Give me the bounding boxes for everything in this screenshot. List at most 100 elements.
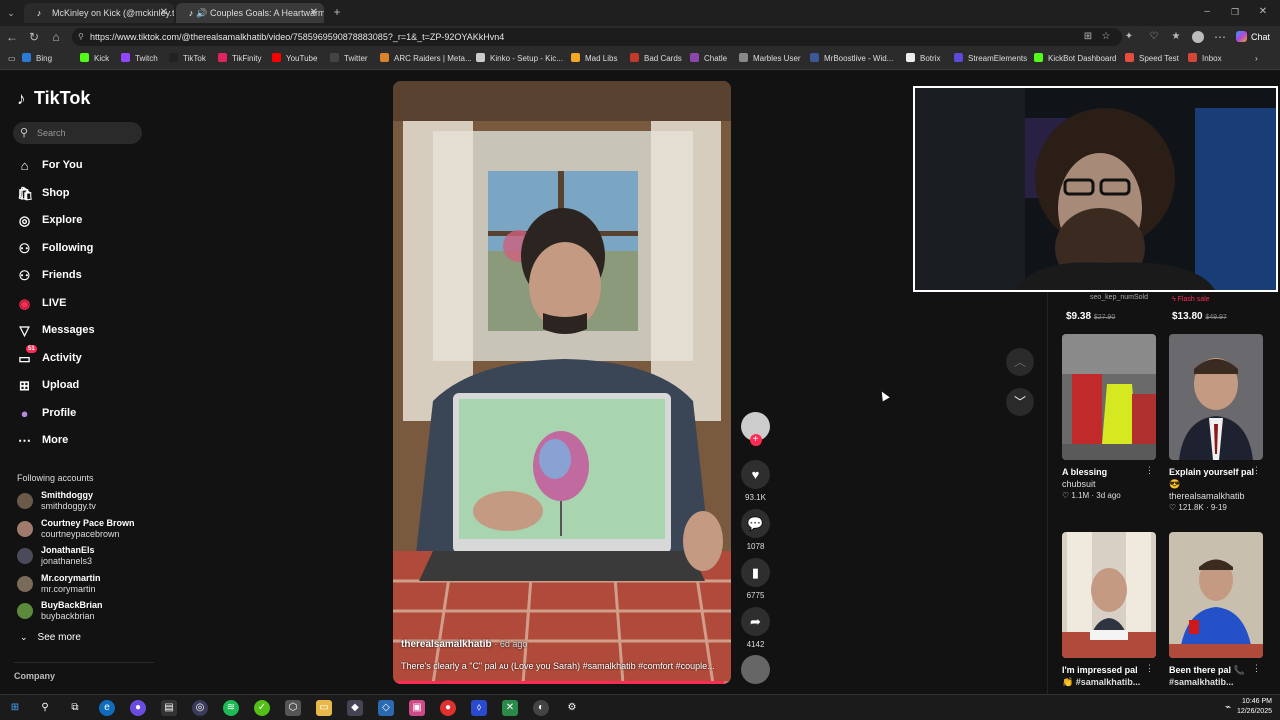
video-thumbnail[interactable] (1062, 532, 1156, 658)
browser-essentials-icon[interactable]: ♡ (1145, 28, 1163, 46)
video-author[interactable]: therealsamalkhatib · 6d ago (401, 639, 527, 650)
app-icon[interactable]: ● (130, 700, 146, 716)
profile-avatar-icon[interactable] (1189, 28, 1207, 46)
bookmark-item[interactable]: Speed Test (1125, 52, 1179, 66)
video-player[interactable]: therealsamalkhatib · 6d ago There's clea… (393, 81, 731, 684)
tab-mckinley[interactable]: ♪ McKinley on Kick (@mckinley.tv) | ✕ (24, 3, 174, 23)
app-icon[interactable]: ⬡ (285, 700, 301, 716)
bookmark-item[interactable]: Bad Cards (630, 52, 682, 66)
video-thumbnail[interactable] (1062, 334, 1156, 460)
app-icon[interactable]: ✓ (254, 700, 270, 716)
next-video-button[interactable]: ﹀ (1006, 388, 1034, 416)
card-hashtags[interactable]: #samalkhatib... (1169, 676, 1263, 688)
card-author[interactable]: therealsamalkhatib (1169, 490, 1263, 502)
video-card[interactable]: I'm impressed pal 👏 #samalkhatib... ⋮ (1062, 532, 1156, 688)
music-disc-button[interactable] (740, 655, 771, 684)
refresh-icon[interactable]: ↻ (25, 28, 43, 46)
video-card[interactable]: Explain yourself pal 😎 therealsamalkhati… (1169, 334, 1263, 514)
tab-list-chevron-icon[interactable]: ⌄ (2, 4, 20, 22)
bookmark-item[interactable]: Botrix (906, 52, 940, 66)
start-menu-icon[interactable]: ⊞ (7, 700, 23, 716)
like-button[interactable]: ♥ 93.1K (740, 460, 771, 502)
bookmark-item[interactable]: TikFinity (218, 52, 261, 66)
bookmark-item[interactable]: Kick (80, 52, 109, 66)
video-thumbnail[interactable] (1169, 334, 1263, 460)
browser-menu-icon[interactable]: ⋯ (1211, 28, 1229, 46)
bookmark-item[interactable]: KickBot Dashboard (1034, 52, 1116, 66)
bookmark-item[interactable]: MrBoostlive - Wid... (810, 52, 893, 66)
product-price[interactable]: $13.80 $49.97 (1172, 311, 1227, 322)
following-account-item[interactable]: BuyBackBrian buybackbrian (17, 600, 152, 624)
app-icon[interactable]: ▣ (409, 700, 425, 716)
audio-playing-icon[interactable]: 🔊 (196, 3, 207, 23)
favorites-icon[interactable]: ★ (1167, 28, 1185, 46)
sidebar-item-live[interactable]: ◉ LIVE (17, 293, 147, 313)
more-options-icon[interactable]: ⋮ (1145, 663, 1154, 674)
comment-button[interactable]: 💬 1078 (740, 509, 771, 551)
home-icon[interactable]: ⌂ (47, 28, 65, 46)
card-author[interactable]: chubsuit (1062, 478, 1156, 490)
video-progress-bar[interactable] (393, 681, 731, 684)
bookmark-item[interactable]: Kinko - Setup - Kic... (476, 52, 563, 66)
bookmark-item[interactable]: Twitch (121, 52, 158, 66)
following-account-item[interactable]: Smithdoggy smithdoggy.tv (17, 490, 152, 514)
bookmark-item[interactable]: YouTube (272, 52, 317, 66)
following-account-item[interactable]: Courtney Pace Brown courtneypacebrown (17, 518, 152, 542)
video-card[interactable]: Been there pal 📞 #samalkhatib... ⋮ (1169, 532, 1263, 688)
card-hashtags[interactable]: 👏 #samalkhatib... (1062, 676, 1156, 688)
video-thumbnail[interactable] (1169, 532, 1263, 658)
app-icon[interactable]: ✕ (502, 700, 518, 716)
sidebar-item-upload[interactable]: ⊞ Upload (17, 375, 147, 395)
url-field[interactable]: ⚲ https://www.tiktok.com/@therealsamalkh… (72, 28, 1122, 46)
sidebar-item-profile[interactable]: ● Profile (17, 403, 147, 423)
bookmark-item[interactable]: Chatle (690, 52, 727, 66)
sidebar-item-following[interactable]: ⚇ Following (17, 238, 147, 258)
product-price[interactable]: $9.38 $27.90 (1066, 311, 1115, 322)
extensions-icon[interactable]: ✦ (1120, 28, 1138, 46)
new-tab-button[interactable]: + (328, 3, 346, 21)
share-button[interactable]: ➦ 4142 (740, 607, 771, 649)
close-tab-icon[interactable]: ✕ (160, 3, 168, 23)
bookmark-item[interactable]: TikTok (169, 52, 206, 66)
close-tab-icon[interactable]: ✕ (310, 3, 318, 23)
following-account-item[interactable]: Mr.corymartin mr.corymartin (17, 573, 152, 597)
app-icon[interactable]: ▤ (161, 700, 177, 716)
bookmarks-menu-icon[interactable]: ▭ (8, 52, 16, 66)
video-author-name[interactable]: therealsamalkhatib (401, 639, 492, 650)
back-icon[interactable]: ← (3, 28, 21, 46)
tiktok-logo[interactable]: ♪ TikTok (17, 88, 90, 109)
settings-gear-icon[interactable]: ⚙ (564, 700, 580, 716)
more-options-icon[interactable]: ⋮ (1252, 465, 1261, 476)
bookmark-item[interactable]: StreamElements (954, 52, 1027, 66)
minimize-icon[interactable]: – (1198, 3, 1216, 21)
task-view-icon[interactable]: ⧉ (67, 700, 83, 716)
spotify-icon[interactable]: ≋ (223, 700, 239, 716)
following-account-item[interactable]: JonathanEls jonathanels3 (17, 545, 152, 569)
bookmark-item[interactable]: Twitter (330, 52, 368, 66)
bookmarks-overflow-chevron-icon[interactable]: › (1255, 52, 1258, 66)
bookmark-item[interactable]: Inbox (1188, 52, 1222, 66)
file-explorer-icon[interactable]: ▭ (316, 700, 332, 716)
sidebar-item-explore[interactable]: ◎ Explore (17, 210, 147, 230)
follow-plus-icon[interactable]: + (749, 434, 762, 446)
bookmark-item[interactable]: Bing (22, 52, 52, 66)
sidebar-item-for-you[interactable]: ⌂ For You (17, 155, 147, 175)
video-card[interactable]: A blessing chubsuit ♡ 1.1M · 3d ago ⋮ (1062, 334, 1156, 502)
maximize-icon[interactable]: ❐ (1226, 3, 1244, 21)
app-icon[interactable]: ◇ (378, 700, 394, 716)
app-icon[interactable]: ● (440, 700, 456, 716)
tab-couples-goals[interactable]: ♪ 🔊 Couples Goals: A Heartwarmin ✕ (176, 3, 324, 23)
creator-avatar-button[interactable]: + (740, 412, 771, 446)
app-icon[interactable]: ◆ (347, 700, 363, 716)
search-input[interactable]: ⚲ Search (13, 122, 142, 144)
edge-browser-icon[interactable]: e (99, 700, 115, 716)
app-icon[interactable]: ⬨ (471, 700, 487, 716)
see-more-button[interactable]: ⌄ See more (20, 632, 81, 643)
company-link[interactable]: Company (14, 671, 55, 681)
sidebar-item-activity[interactable]: ▭ 51 Activity (17, 344, 147, 368)
bookmark-item[interactable]: Mad Libs (571, 52, 617, 66)
favorite-star-icon[interactable]: ☆ (1097, 28, 1115, 46)
app-icon[interactable]: ◎ (192, 700, 208, 716)
sidebar-item-more[interactable]: ⋯ More (17, 430, 147, 450)
system-clock[interactable]: 10:46 PM 12/26/2025 (1237, 697, 1272, 717)
